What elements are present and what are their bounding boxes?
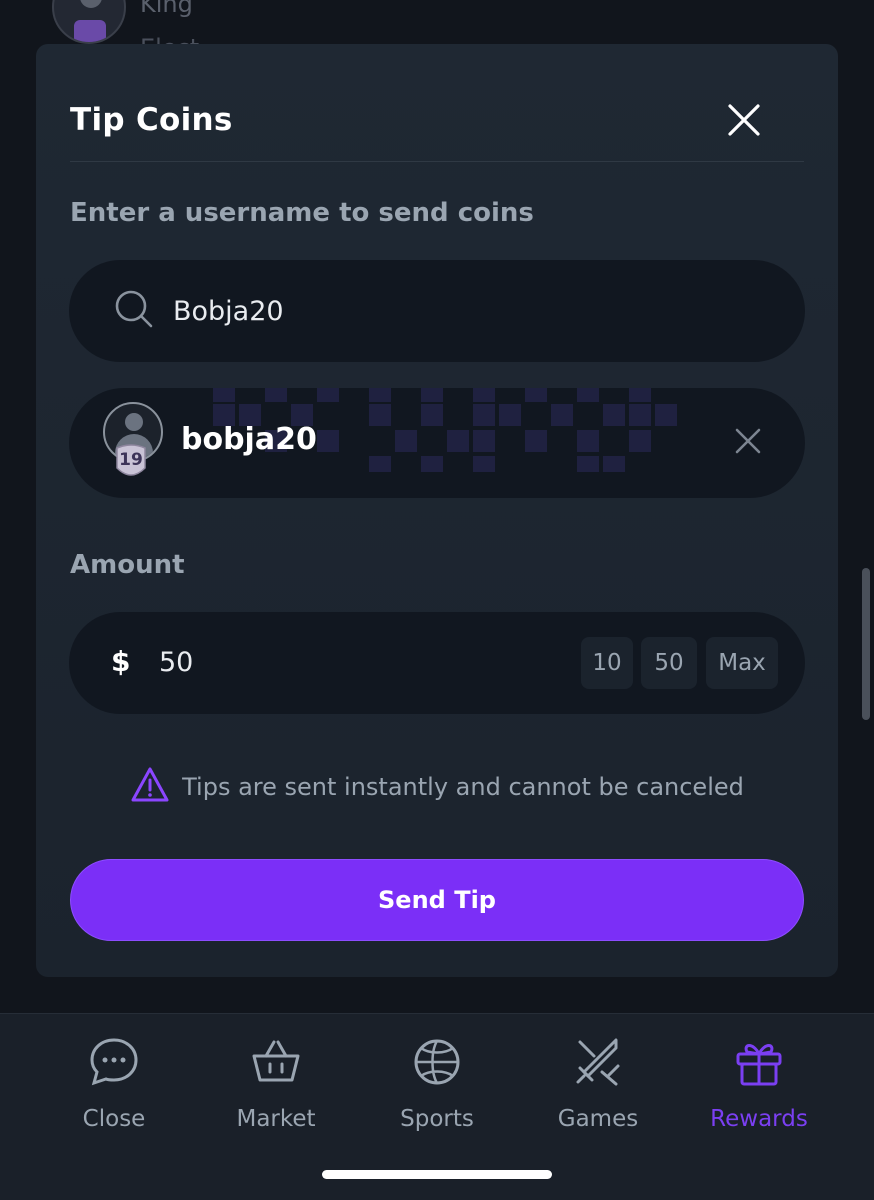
username-search-input[interactable] [173,295,733,327]
scrollbar[interactable] [862,568,870,720]
nav-label: Games [557,1106,639,1132]
nav-item-market[interactable]: Market [196,1036,356,1132]
amount-input[interactable] [159,642,459,682]
send-tip-button[interactable]: Send Tip [70,859,804,941]
warning-text: Tips are sent instantly and cannot be ca… [182,773,744,801]
tip-coins-modal: Tip Coins Enter a username to send coins [36,44,838,977]
quick-amount-max-button[interactable]: Max [706,637,778,689]
avatar [52,0,126,44]
username-label: Enter a username to send coins [70,198,534,228]
nav-item-close[interactable]: Close [34,1036,194,1132]
basketball-icon [411,1036,463,1092]
nav-label: Close [82,1106,146,1132]
nav-item-sports[interactable]: Sports [357,1036,517,1132]
amount-field[interactable]: $ 10 50 Max [69,612,805,714]
nav-label: Sports [400,1106,474,1132]
divider [70,161,804,162]
nav-label: Rewards [710,1106,808,1132]
gift-icon [733,1036,785,1092]
level-number: 19 [119,450,143,470]
quick-amount-50-button[interactable]: 50 [641,637,697,689]
home-indicator[interactable] [322,1170,552,1179]
remove-user-icon[interactable] [731,424,765,458]
currency-symbol: $ [111,645,131,678]
warning-notice: Tips are sent instantly and cannot be ca… [36,766,838,808]
basket-icon [250,1036,302,1092]
nav-item-rewards[interactable]: Rewards [679,1036,839,1132]
quick-amount-10-button[interactable]: 10 [581,637,633,689]
selected-username: bobja20 [181,422,317,457]
selected-user-row[interactable]: 19 bobja20 [69,388,805,498]
warning-triangle-icon [130,766,170,808]
search-icon [113,288,155,334]
amount-label: Amount [70,550,185,580]
close-icon[interactable] [726,102,762,138]
nav-item-games[interactable]: Games [518,1036,678,1132]
page: King Elect... Tip Coins Enter a username… [0,0,874,1200]
crossed-swords-icon [572,1036,624,1092]
modal-title: Tip Coins [70,102,233,138]
chat-bubble-icon [88,1036,140,1092]
nav-label: Market [236,1106,316,1132]
background-username: King [140,0,193,18]
search-field[interactable] [69,260,805,362]
